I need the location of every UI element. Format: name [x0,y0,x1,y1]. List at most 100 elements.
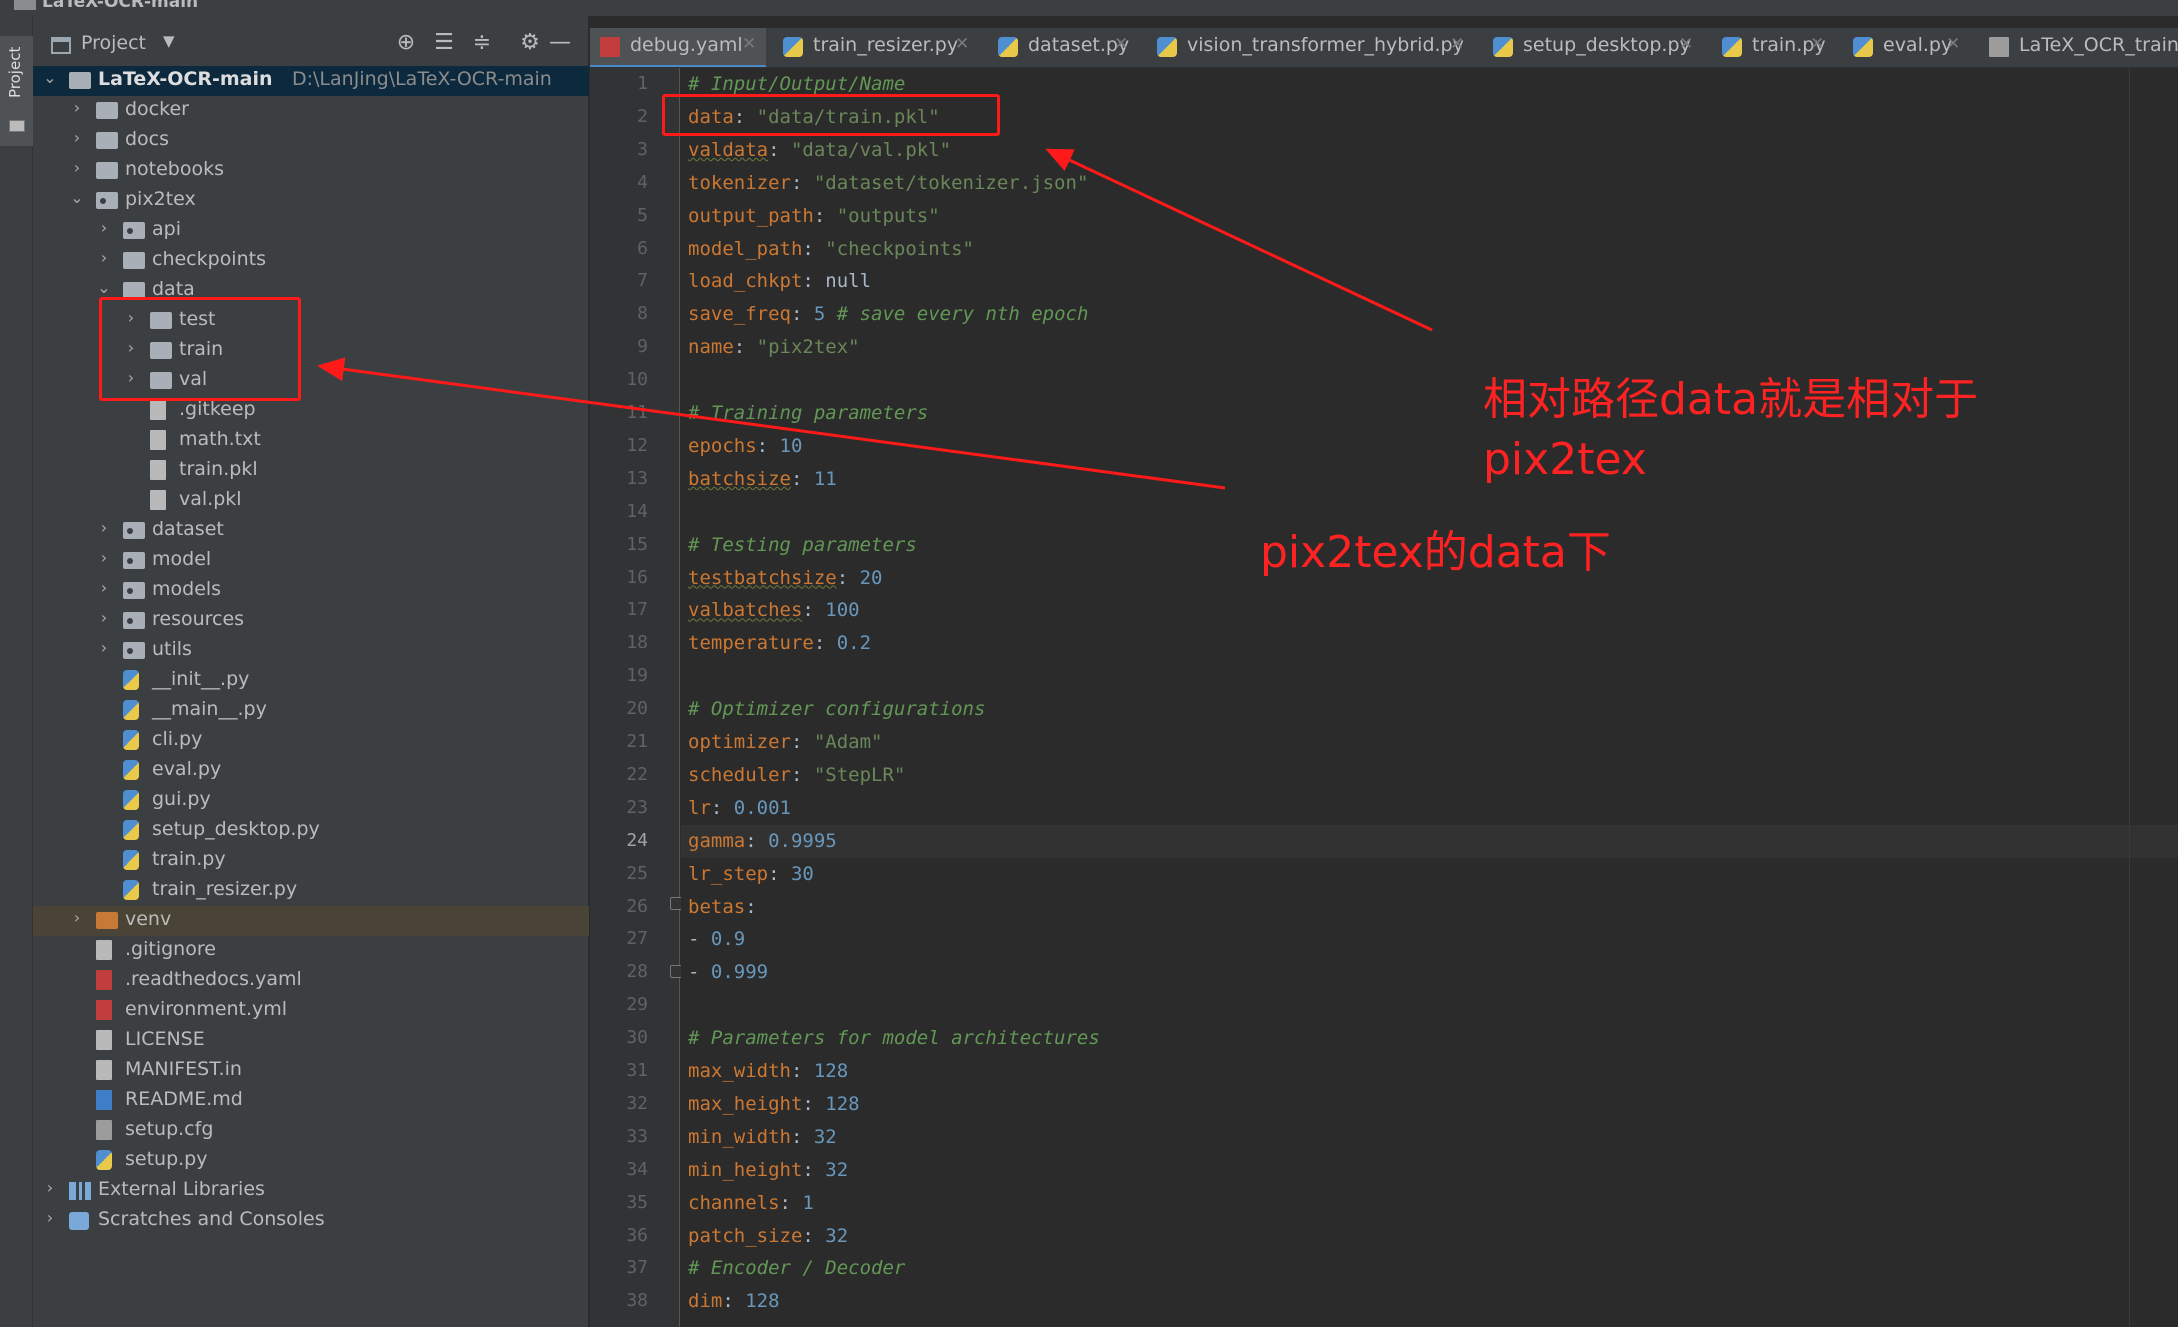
code-line[interactable]: patch_size: 32 [688,1225,848,1247]
chevron-down-icon[interactable]: ⌄ [95,278,113,297]
code-line[interactable]: max_width: 128 [688,1060,848,1082]
tree-item-gui-py[interactable]: gui.py [33,786,589,816]
code-editor[interactable]: # Input/Output/Name data: "data/train.pkl… [681,68,2178,1327]
code-line[interactable]: epochs: 10 [688,435,802,457]
chevron-down-icon[interactable]: ▼ [163,32,175,50]
minimize-icon[interactable]: — [547,30,573,55]
chevron-right-icon[interactable]: › [95,608,113,627]
tree-item-setup-py[interactable]: setup.py [33,1146,589,1176]
collapse-all-icon[interactable]: ≑ [469,30,495,55]
code-line[interactable]: # Training parameters [688,402,928,424]
locate-icon[interactable]: ⊕ [393,30,419,55]
code-line[interactable]: betas: [688,896,757,918]
code-line[interactable]: gamma: 0.9995 [688,830,837,852]
chevron-right-icon[interactable]: › [95,218,113,237]
tree-item-dataset[interactable]: › dataset [33,516,589,546]
tree-item-gitignore[interactable]: .gitignore [33,936,589,966]
code-line[interactable]: # Encoder / Decoder [688,1257,905,1279]
tree-item-docs[interactable]: › docs [33,126,589,156]
chevron-right-icon[interactable]: › [41,1178,59,1197]
tree-item-cli-py[interactable]: cli.py [33,726,589,756]
close-icon[interactable]: ✕ [742,34,756,54]
tab-dataset-py[interactable]: dataset.py ✕ [988,28,1138,67]
close-icon[interactable]: ✕ [1946,34,1960,54]
tree-item-resources[interactable]: › resources [33,606,589,636]
tree-item-eval-py[interactable]: eval.py [33,756,589,786]
code-line[interactable]: dim: 128 [688,1290,780,1312]
code-line[interactable]: min_height: 32 [688,1159,848,1181]
chevron-right-icon[interactable]: › [68,98,86,117]
code-line[interactable]: load_chkpt: null [688,270,871,292]
code-line[interactable]: testbatchsize: 20 [688,567,883,589]
chevron-right-icon[interactable]: › [41,1208,59,1227]
tree-item-setup-cfg[interactable]: setup.cfg [33,1116,589,1146]
tree-item-models[interactable]: › models [33,576,589,606]
tab-setup-desktop-py[interactable]: setup_desktop.py ✕ [1483,28,1703,67]
tree-item-manifest-in[interactable]: MANIFEST.in [33,1056,589,1086]
tree-item-environment-yml[interactable]: environment.yml [33,996,589,1026]
tab-train-py[interactable]: train.py ✕ [1712,28,1834,67]
tree-item-readme-md[interactable]: README.md [33,1086,589,1116]
tab-vision-transformer-hybrid-py[interactable]: vision_transformer_hybrid.py ✕ [1147,28,1474,67]
chevron-down-icon[interactable]: ⌄ [68,188,86,207]
gear-icon[interactable]: ⚙ [517,30,543,55]
project-pane-title[interactable]: Project [81,32,146,54]
tab-debug-yaml[interactable]: debug.yaml ✕ [590,28,766,67]
tree-item-model[interactable]: › model [33,546,589,576]
chevron-right-icon[interactable]: › [68,908,86,927]
close-icon[interactable]: ✕ [1450,34,1464,54]
chevron-down-icon[interactable]: ⌄ [41,68,59,87]
code-line[interactable]: channels: 1 [688,1192,814,1214]
code-line[interactable]: # Testing parameters [688,534,917,556]
code-line[interactable]: valbatches: 100 [688,599,860,621]
code-line[interactable]: scheduler: "StepLR" [688,764,905,786]
tree-item-train-resizer-py[interactable]: train_resizer.py [33,876,589,906]
tab-eval-py[interactable]: eval.py ✕ [1843,28,1970,67]
code-line[interactable]: valdata: "data/val.pkl" [688,139,951,161]
code-line[interactable]: - 0.9 [688,928,745,950]
code-line[interactable]: optimizer: "Adam" [688,731,882,753]
code-line[interactable]: model_path: "checkpoints" [688,238,974,260]
chevron-right-icon[interactable]: › [95,578,113,597]
code-line[interactable]: # Optimizer configurations [688,698,985,720]
chevron-right-icon[interactable]: › [68,158,86,177]
code-line[interactable]: output_path: "outputs" [688,205,940,227]
code-line[interactable]: lr: 0.001 [688,797,791,819]
tree-item-docker[interactable]: › docker [33,96,589,126]
code-line[interactable]: min_width: 32 [688,1126,837,1148]
chevron-right-icon[interactable]: › [95,248,113,267]
tree-item-api[interactable]: › api [33,216,589,246]
code-line[interactable]: # Input/Output/Name [688,73,905,95]
tree-item-main-py[interactable]: __main__.py [33,696,589,726]
code-line[interactable]: tokenizer: "dataset/tokenizer.json" [688,172,1088,194]
code-line[interactable]: lr_step: 30 [688,863,814,885]
close-icon[interactable]: ✕ [1114,34,1128,54]
tree-item-train-pkl[interactable]: train.pkl [33,456,589,486]
tree-item-readthedocs-yaml[interactable]: .readthedocs.yaml [33,966,589,996]
tab-latex-ocr-training[interactable]: LaTeX_OCR_training [1979,28,2178,67]
tree-item-utils[interactable]: › utils [33,636,589,666]
code-line[interactable]: temperature: 0.2 [688,632,871,654]
close-icon[interactable]: ✕ [1679,34,1693,54]
chevron-right-icon[interactable]: › [95,548,113,567]
close-icon[interactable]: ✕ [955,34,969,54]
tree-item-setup-desktop-py[interactable]: setup_desktop.py [33,816,589,846]
tree-item-license[interactable]: LICENSE [33,1026,589,1056]
tree-item-val-pkl[interactable]: val.pkl [33,486,589,516]
close-icon[interactable]: ✕ [1810,34,1824,54]
expand-all-icon[interactable]: ☰ [431,30,457,55]
tree-item-pix2tex[interactable]: ⌄ pix2tex [33,186,589,216]
code-line[interactable]: # Parameters for model architectures [688,1027,1100,1049]
tree-item-venv[interactable]: › venv [33,906,589,936]
project-tool-button[interactable]: Project [0,36,33,146]
tree-item-notebooks[interactable]: › notebooks [33,156,589,186]
code-line[interactable]: save_freq: 5 # save every nth epoch [688,303,1088,325]
tree-root[interactable]: ⌄ LaTeX-OCR-main D:\LanJing\LaTeX-OCR-ma… [33,66,589,96]
code-line[interactable]: batchsize: 11 [688,468,837,490]
chevron-right-icon[interactable]: › [95,638,113,657]
code-line[interactable]: - 0.999 [688,961,768,983]
tree-item-scratches-and-consoles[interactable]: › Scratches and Consoles [33,1206,589,1236]
chevron-right-icon[interactable]: › [95,518,113,537]
tree-item-train-py[interactable]: train.py [33,846,589,876]
tree-item-math-txt[interactable]: math.txt [33,426,589,456]
